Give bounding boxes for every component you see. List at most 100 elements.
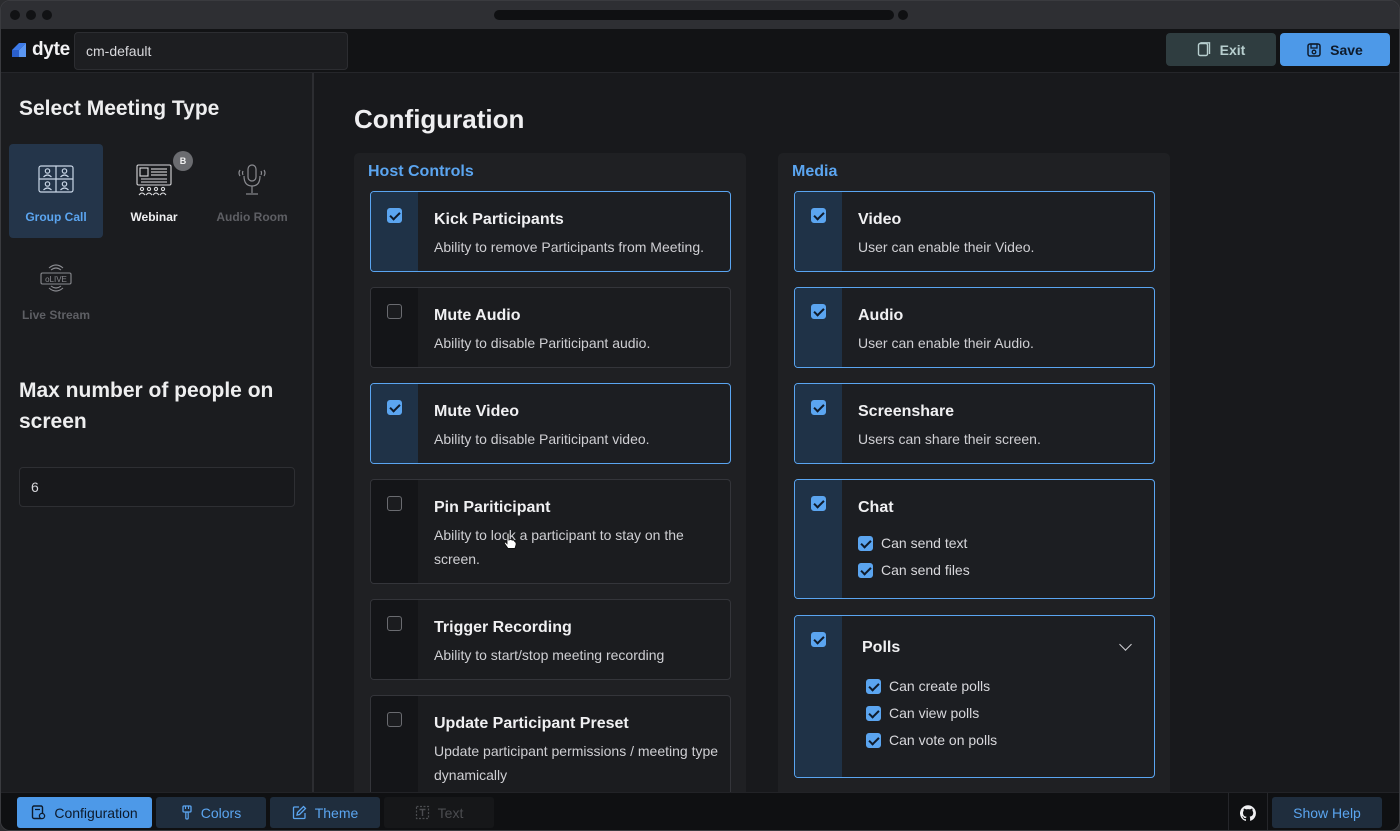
page-title: Configuration <box>354 104 525 134</box>
option-checkbox[interactable] <box>387 400 402 415</box>
logo-text: dyte <box>32 39 70 60</box>
media-panel: Media Video User can enable their Video.… <box>778 153 1170 792</box>
preset-name-input[interactable] <box>74 32 348 70</box>
github-icon <box>1240 805 1256 821</box>
sub-option-label: Can create polls <box>889 678 991 694</box>
option-mute-video[interactable]: Mute Video Ability to disable Pariticipa… <box>370 383 731 464</box>
option-description: Update participant permissions / meeting… <box>434 743 719 783</box>
minimize-window-button[interactable] <box>26 10 36 20</box>
webinar-icon <box>136 164 172 196</box>
option-title: Mute Audio <box>434 307 521 324</box>
address-bar-indicator <box>898 10 908 20</box>
sub-option-label: Can send text <box>881 535 968 551</box>
sub-option-checkbox[interactable] <box>858 535 873 551</box>
option-screenshare[interactable]: Screenshare Users can share their screen… <box>794 383 1155 464</box>
option-checkbox[interactable] <box>811 632 826 647</box>
option-title: Kick Participants <box>434 211 564 228</box>
option-checkbox[interactable] <box>387 616 402 631</box>
option-description: Ability to remove Participants from Meet… <box>434 239 704 255</box>
configuration-main: Configuration Host Controls Kick Partici… <box>316 73 1399 792</box>
app-header: dyte Exit Save <box>1 29 1399 73</box>
window-titlebar <box>1 1 1399 29</box>
dyte-logo: dyte <box>10 39 70 61</box>
github-link[interactable] <box>1228 793 1268 830</box>
dyte-logo-icon <box>12 43 26 57</box>
sub-option-label: Can view polls <box>889 705 980 721</box>
meeting-type-live-stream: oLIVE Live Stream <box>9 242 103 336</box>
option-checkbox[interactable] <box>811 304 826 319</box>
sub-option-can-create-polls[interactable]: Can create polls <box>866 677 990 695</box>
option-pin-participant[interactable]: Pin Pariticipant Ability to lock a parti… <box>370 479 731 584</box>
app-window: dyte Exit Save Select Meeting Type <box>0 0 1400 831</box>
meeting-type-label: Audio Room <box>216 210 288 224</box>
option-description: User can enable their Audio. <box>858 335 1034 351</box>
beta-badge: B <box>173 151 193 171</box>
chevron-down-icon[interactable] <box>1119 638 1132 651</box>
tab-label: Text <box>437 804 464 821</box>
max-people-title: Max number of people on screen <box>19 379 274 433</box>
option-kick-participants[interactable]: Kick Participants Ability to remove Part… <box>370 191 731 272</box>
svg-text:oLIVE: oLIVE <box>45 275 67 284</box>
tab-label: Colors <box>200 804 242 821</box>
save-button[interactable]: Save <box>1280 33 1390 66</box>
sub-option-checkbox[interactable] <box>866 705 881 721</box>
sub-option-can-vote-on-polls[interactable]: Can vote on polls <box>866 731 997 749</box>
settings-doc-icon <box>32 805 46 820</box>
sub-option-can-send-text[interactable]: Can send text <box>858 534 967 552</box>
sub-option-label: Can vote on polls <box>889 732 998 748</box>
option-checkbox[interactable] <box>387 496 402 511</box>
option-title: Audio <box>858 307 904 324</box>
option-title: Pin Pariticipant <box>434 499 551 516</box>
panel-title: Host Controls <box>368 163 474 180</box>
sub-option-can-view-polls[interactable]: Can view polls <box>866 704 979 722</box>
option-checkbox[interactable] <box>811 400 826 415</box>
sub-option-checkbox[interactable] <box>866 732 881 748</box>
option-chat[interactable]: Chat Can send text Can send files <box>794 479 1155 599</box>
meeting-type-label: Group Call <box>25 210 87 224</box>
meeting-type-sidebar: Select Meeting Type Group Call Webinar B… <box>1 73 314 792</box>
document-icon <box>1197 41 1210 56</box>
text-icon <box>415 805 429 820</box>
sub-option-checkbox[interactable] <box>866 678 881 694</box>
option-polls[interactable]: Polls Can create polls Can view polls Ca… <box>794 615 1155 778</box>
tab-colors[interactable]: Colors <box>156 797 266 828</box>
tab-theme[interactable]: Theme <box>270 797 380 828</box>
option-description: Ability to disable Pariticipant audio. <box>434 335 651 351</box>
option-checkbox[interactable] <box>387 712 402 727</box>
panel-title: Media <box>792 163 838 180</box>
option-title: Polls <box>862 639 901 656</box>
option-checkbox[interactable] <box>811 208 826 223</box>
maximize-window-button[interactable] <box>42 10 52 20</box>
tab-label: Theme <box>314 804 359 821</box>
option-title: Mute Video <box>434 403 520 420</box>
option-description: Ability to lock a participant to stay on… <box>434 527 684 567</box>
exit-label: Exit <box>1219 41 1246 58</box>
sub-option-can-send-files[interactable]: Can send files <box>858 561 970 579</box>
group-call-icon <box>38 165 74 193</box>
meeting-type-group-call[interactable]: Group Call <box>9 144 103 238</box>
host-controls-panel: Host Controls Kick Participants Ability … <box>354 153 746 792</box>
option-checkbox[interactable] <box>811 496 826 511</box>
tab-configuration[interactable]: Configuration <box>17 797 152 828</box>
option-update-participant-preset[interactable]: Update Participant Preset Update partici… <box>370 695 731 792</box>
live-stream-icon: oLIVE <box>40 264 72 292</box>
microphone-icon <box>238 164 266 195</box>
option-mute-audio[interactable]: Mute Audio Ability to disable Pariticipa… <box>370 287 731 368</box>
show-help-button[interactable]: Show Help <box>1272 797 1382 828</box>
option-checkbox[interactable] <box>387 304 402 319</box>
option-description: Ability to start/stop meeting recording <box>434 647 665 663</box>
option-trigger-recording[interactable]: Trigger Recording Ability to start/stop … <box>370 599 731 680</box>
address-bar[interactable] <box>494 10 894 20</box>
meeting-type-label: Webinar <box>130 210 178 224</box>
exit-button[interactable]: Exit <box>1166 33 1276 66</box>
meeting-type-label: Live Stream <box>21 308 91 322</box>
sub-option-checkbox[interactable] <box>858 562 873 578</box>
tab-text: Text <box>384 797 494 828</box>
option-description: Users can share their screen. <box>858 431 1041 447</box>
option-audio[interactable]: Audio User can enable their Audio. <box>794 287 1155 368</box>
floppy-disk-icon <box>1307 42 1321 57</box>
max-people-input[interactable] <box>19 467 295 507</box>
option-video[interactable]: Video User can enable their Video. <box>794 191 1155 272</box>
close-window-button[interactable] <box>10 10 20 20</box>
option-checkbox[interactable] <box>387 208 402 223</box>
